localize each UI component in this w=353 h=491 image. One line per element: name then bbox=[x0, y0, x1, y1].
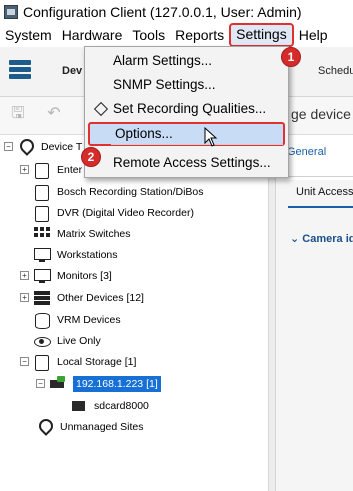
tree-item-label: Bosch Recording Station/DiBos bbox=[57, 185, 204, 198]
toolbar-hint-text: ge device bbox=[291, 106, 351, 122]
app-icon bbox=[4, 5, 18, 19]
collapse-icon[interactable]: − bbox=[20, 357, 29, 366]
tree-item-label-selected: 192.168.1.223 [1] bbox=[73, 375, 161, 392]
collapse-icon[interactable]: − bbox=[4, 142, 13, 151]
tree-item-unmanaged-sites[interactable]: Unmanaged Sites bbox=[36, 416, 143, 437]
tree-item-other-devices[interactable]: + Other Devices [12] bbox=[20, 287, 144, 308]
tree-item-label: Matrix Switches bbox=[57, 227, 131, 240]
box-icon bbox=[33, 184, 51, 201]
save-icon[interactable]: 🖫 bbox=[9, 105, 27, 123]
tree-item-local-storage[interactable]: − Local Storage [1] bbox=[20, 351, 136, 372]
details-content: Unit Access ⌄ Camera id bbox=[276, 180, 353, 491]
camera-section-header[interactable]: ⌄ Camera id bbox=[290, 232, 353, 245]
menu-item-snmp-settings[interactable]: SNMP Settings... bbox=[88, 73, 285, 97]
active-tab-indicator bbox=[288, 206, 353, 208]
devices-tab[interactable]: Dev bbox=[62, 65, 82, 77]
menu-settings[interactable]: Settings bbox=[229, 23, 294, 47]
tab-general[interactable]: General bbox=[287, 146, 326, 158]
tree-item-bosch-recording-station[interactable]: Bosch Recording Station/DiBos bbox=[33, 181, 204, 202]
monitor-icon bbox=[33, 268, 51, 284]
tree-item-label: Workstations bbox=[57, 248, 118, 261]
tree-item-label: sdcard8000 bbox=[94, 399, 149, 412]
tree-item-enterprise[interactable]: + Enter bbox=[20, 159, 82, 180]
eye-icon bbox=[33, 333, 51, 349]
tree-item-label: Monitors [3] bbox=[57, 269, 112, 282]
tree-item-label: Local Storage [1] bbox=[57, 355, 137, 368]
details-pane: General Unit Access ⌄ Camera id bbox=[276, 136, 353, 491]
pane-splitter[interactable] bbox=[268, 136, 276, 491]
device-tree-root-icon bbox=[17, 139, 35, 155]
menu-system[interactable]: System bbox=[0, 24, 57, 46]
tree-item-vrm-devices[interactable]: VRM Devices bbox=[33, 309, 121, 330]
title-bar: Configuration Client (127.0.0.1, User: A… bbox=[0, 0, 353, 24]
tree-item-sdcard[interactable]: sdcard8000 bbox=[70, 395, 149, 416]
expand-icon[interactable]: + bbox=[20, 293, 29, 302]
tree-item-label: Enter bbox=[57, 163, 83, 176]
tree-item-live-only[interactable]: Live Only bbox=[33, 330, 101, 351]
devices-icon[interactable] bbox=[9, 60, 31, 80]
tree-item-label: DVR (Digital Video Recorder) bbox=[57, 206, 194, 219]
tree-item-label: Live Only bbox=[57, 334, 101, 347]
menu-item-options[interactable]: Options... bbox=[88, 122, 285, 146]
menu-item-label: Set Recording Qualities... bbox=[113, 101, 267, 116]
step-badge-1: 1 bbox=[281, 47, 301, 67]
device-tree: − Device T + Enter Bosch Recording Stati… bbox=[0, 136, 268, 491]
ip-device-icon bbox=[49, 375, 67, 392]
monitor-icon bbox=[33, 247, 51, 263]
undo-icon[interactable]: ↶ bbox=[45, 105, 63, 123]
stack-icon bbox=[33, 290, 51, 306]
menu-help[interactable]: Help bbox=[294, 24, 333, 46]
menu-item-alarm-settings[interactable]: Alarm Settings... bbox=[88, 49, 285, 73]
window-title: Configuration Client (127.0.0.1, User: A… bbox=[23, 4, 302, 20]
tree-item-dvr[interactable]: DVR (Digital Video Recorder) bbox=[33, 202, 194, 223]
menu-tools[interactable]: Tools bbox=[127, 24, 170, 46]
collapse-icon[interactable]: − bbox=[36, 379, 45, 388]
box-icon bbox=[33, 205, 51, 222]
expand-icon[interactable]: + bbox=[20, 165, 29, 174]
schedules-tab[interactable]: Schedul bbox=[318, 65, 353, 77]
disk-icon bbox=[33, 312, 51, 329]
settings-dropdown-menu: Alarm Settings... SNMP Settings... Set R… bbox=[84, 46, 289, 178]
tree-root-label: Device T bbox=[41, 140, 83, 153]
mouse-cursor-icon bbox=[204, 127, 218, 147]
tab-unit-access[interactable]: Unit Access bbox=[296, 186, 353, 198]
menu-hardware[interactable]: Hardware bbox=[57, 24, 128, 46]
step-badge-2: 2 bbox=[81, 147, 101, 167]
tree-item-label: Other Devices [12] bbox=[57, 291, 144, 304]
menu-item-remote-access-settings[interactable]: Remote Access Settings... bbox=[88, 151, 285, 175]
menu-reports[interactable]: Reports bbox=[170, 24, 229, 46]
tree-item-label: Unmanaged Sites bbox=[60, 420, 144, 433]
tree-root[interactable]: − Device T bbox=[4, 136, 82, 157]
grid-icon bbox=[33, 225, 51, 242]
menu-item-recording-qualities[interactable]: Set Recording Qualities... bbox=[88, 97, 285, 121]
diamond-icon bbox=[95, 103, 106, 114]
camera-section-label: Camera id bbox=[302, 233, 353, 245]
tree-item-matrix-switches[interactable]: Matrix Switches bbox=[33, 223, 131, 244]
chevron-down-icon: ⌄ bbox=[290, 233, 303, 245]
expand-icon[interactable]: + bbox=[20, 271, 29, 280]
sd-card-icon bbox=[70, 398, 88, 414]
menu-bar: System Hardware Tools Reports Settings H… bbox=[0, 23, 353, 47]
tree-item-workstations[interactable]: Workstations bbox=[33, 244, 118, 265]
tree-item-ip-device[interactable]: − 192.168.1.223 [1] bbox=[36, 373, 161, 394]
pin-icon bbox=[36, 419, 54, 435]
tree-item-monitors[interactable]: + Monitors [3] bbox=[20, 265, 112, 286]
tree-item-label: VRM Devices bbox=[57, 313, 121, 326]
box-icon bbox=[33, 162, 51, 179]
box-icon bbox=[33, 354, 51, 371]
menu-separator bbox=[111, 144, 283, 145]
